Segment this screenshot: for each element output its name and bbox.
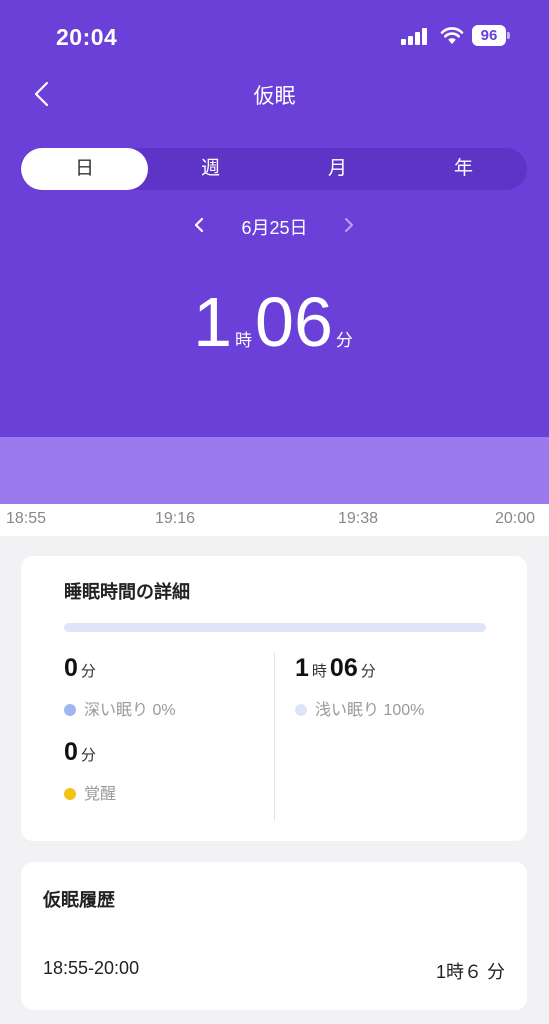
timeline-axis: 18:55 19:16 19:38 20:00 xyxy=(0,504,549,536)
deep-sleep-legend: 深い眠り 0% xyxy=(64,696,176,720)
date-label: 6月25日 xyxy=(241,218,308,238)
divider xyxy=(274,653,275,821)
period-tabs: 日 週 月 年 xyxy=(20,148,527,190)
light-sleep-value: 1 時 06 分 xyxy=(295,654,376,682)
deep-sleep-dot xyxy=(64,704,76,716)
sleep-detail-card: 睡眠時間の詳細 0分 深い眠り 0% 0分 覚醒 1 時 06 分 浅い眠り 100% xyxy=(21,556,527,841)
status-time: 20:04 xyxy=(56,24,118,50)
tab-day[interactable]: 日 xyxy=(21,148,148,190)
awake-legend: 覚醒 xyxy=(64,780,116,804)
sleep-ratio-bar xyxy=(64,623,486,632)
tick-label: 20:00 xyxy=(495,510,536,527)
history-duration: 1時６ 分 xyxy=(435,962,505,982)
next-date-icon[interactable] xyxy=(343,216,355,234)
deep-sleep-value: 0分 xyxy=(64,654,96,682)
tab-week[interactable]: 週 xyxy=(147,148,274,190)
awake-dot xyxy=(64,788,76,800)
nap-history-card: 仮眠履歴 18:55-20:00 1時６ 分 xyxy=(21,862,527,1010)
total-minutes: 06 xyxy=(255,283,333,361)
total-hours: 1 xyxy=(193,283,233,361)
light-sleep-legend: 浅い眠り 100% xyxy=(295,696,424,720)
wifi-icon xyxy=(440,27,464,44)
detail-title: 睡眠時間の詳細 xyxy=(64,582,190,602)
tick-label: 19:38 xyxy=(338,510,379,527)
tick-label: 18:55 xyxy=(6,510,47,527)
total-sleep-duration: 1 時06 分 xyxy=(0,282,549,362)
tab-month[interactable]: 月 xyxy=(274,148,401,190)
page-title: 仮眠 xyxy=(253,85,296,108)
cellular-signal-icon xyxy=(401,28,429,45)
tab-year[interactable]: 年 xyxy=(400,148,527,190)
header-panel: 20:04 96 仮眠 日 週 月 年 6月25日 1 時06 分 xyxy=(0,0,549,437)
battery-level: 96 xyxy=(472,25,506,46)
light-sleep-dot xyxy=(295,704,307,716)
sleep-timeline-band xyxy=(0,437,549,504)
history-time-range[interactable]: 18:55-20:00 xyxy=(43,958,139,979)
battery-icon: 96 xyxy=(472,25,510,46)
total-hours-unit: 時 xyxy=(235,331,253,350)
awake-value: 0分 xyxy=(64,738,96,766)
history-title: 仮眠履歴 xyxy=(43,890,115,910)
tick-label: 19:16 xyxy=(155,510,196,527)
total-minutes-unit: 分 xyxy=(335,331,353,350)
